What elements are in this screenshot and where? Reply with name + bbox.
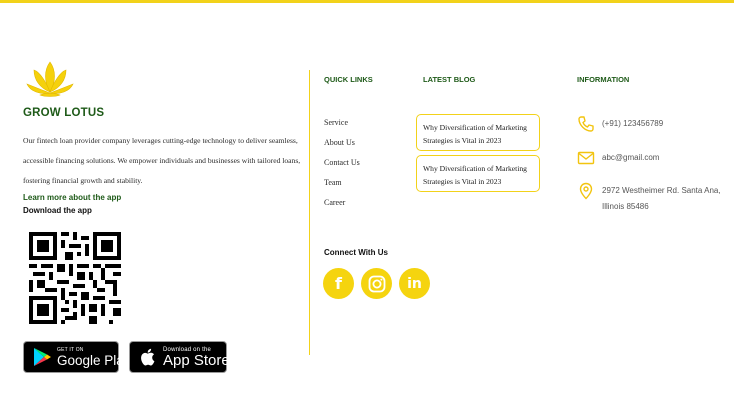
- quick-link-service[interactable]: Service: [324, 118, 360, 138]
- download-label: Download the app: [23, 206, 92, 215]
- quick-link-about-us[interactable]: About Us: [324, 138, 360, 158]
- column-divider: [309, 70, 310, 355]
- blog-card[interactable]: Why Diversification of Marketing Strateg…: [416, 155, 540, 192]
- quick-link-team[interactable]: Team: [324, 178, 360, 198]
- blog-card[interactable]: Why Diversification of Marketing Strateg…: [416, 114, 540, 151]
- quick-links-list: Service About Us Contact Us Team Career: [324, 118, 360, 218]
- location-pin-icon: [579, 182, 593, 200]
- mail-icon: [577, 151, 595, 165]
- phone-number[interactable]: (+91) 123456789: [602, 116, 663, 132]
- connect-heading: Connect With Us: [324, 248, 388, 257]
- app-store-label: App Store: [163, 351, 230, 369]
- phone-icon: [578, 116, 594, 132]
- google-play-icon: [34, 348, 51, 366]
- learn-more-link[interactable]: Learn more about the app: [23, 193, 121, 202]
- top-accent-bar: [0, 0, 734, 3]
- instagram-icon: [368, 275, 385, 292]
- brand-name: GROW LOTUS: [23, 107, 105, 119]
- app-store-button[interactable]: Download on the App Store: [129, 341, 230, 373]
- facebook-icon: f: [335, 274, 342, 293]
- linkedin-button[interactable]: in: [399, 268, 430, 299]
- quick-link-career[interactable]: Career: [324, 198, 360, 218]
- instagram-button[interactable]: [361, 268, 392, 299]
- lotus-icon: [26, 61, 74, 97]
- apple-icon: [141, 348, 155, 366]
- email-address[interactable]: abc@gmail.com: [602, 150, 659, 166]
- facebook-button[interactable]: f: [323, 268, 354, 299]
- qr-code-icon: [29, 232, 121, 324]
- linkedin-icon: in: [407, 275, 422, 292]
- information-heading: INFORMATION: [577, 75, 630, 84]
- brand-description: Our fintech loan provider company levera…: [23, 136, 301, 185]
- quick-links-heading: QUICK LINKS: [324, 75, 373, 84]
- google-play-button[interactable]: GET IT ON Google Play: [23, 341, 131, 373]
- latest-blog-heading: LATEST BLOG: [423, 75, 476, 84]
- google-play-label: Google Play: [57, 352, 131, 368]
- address: 2972 Westheimer Rd. Santa Ana, Illinois …: [602, 186, 721, 211]
- quick-link-contact-us[interactable]: Contact Us: [324, 158, 360, 178]
